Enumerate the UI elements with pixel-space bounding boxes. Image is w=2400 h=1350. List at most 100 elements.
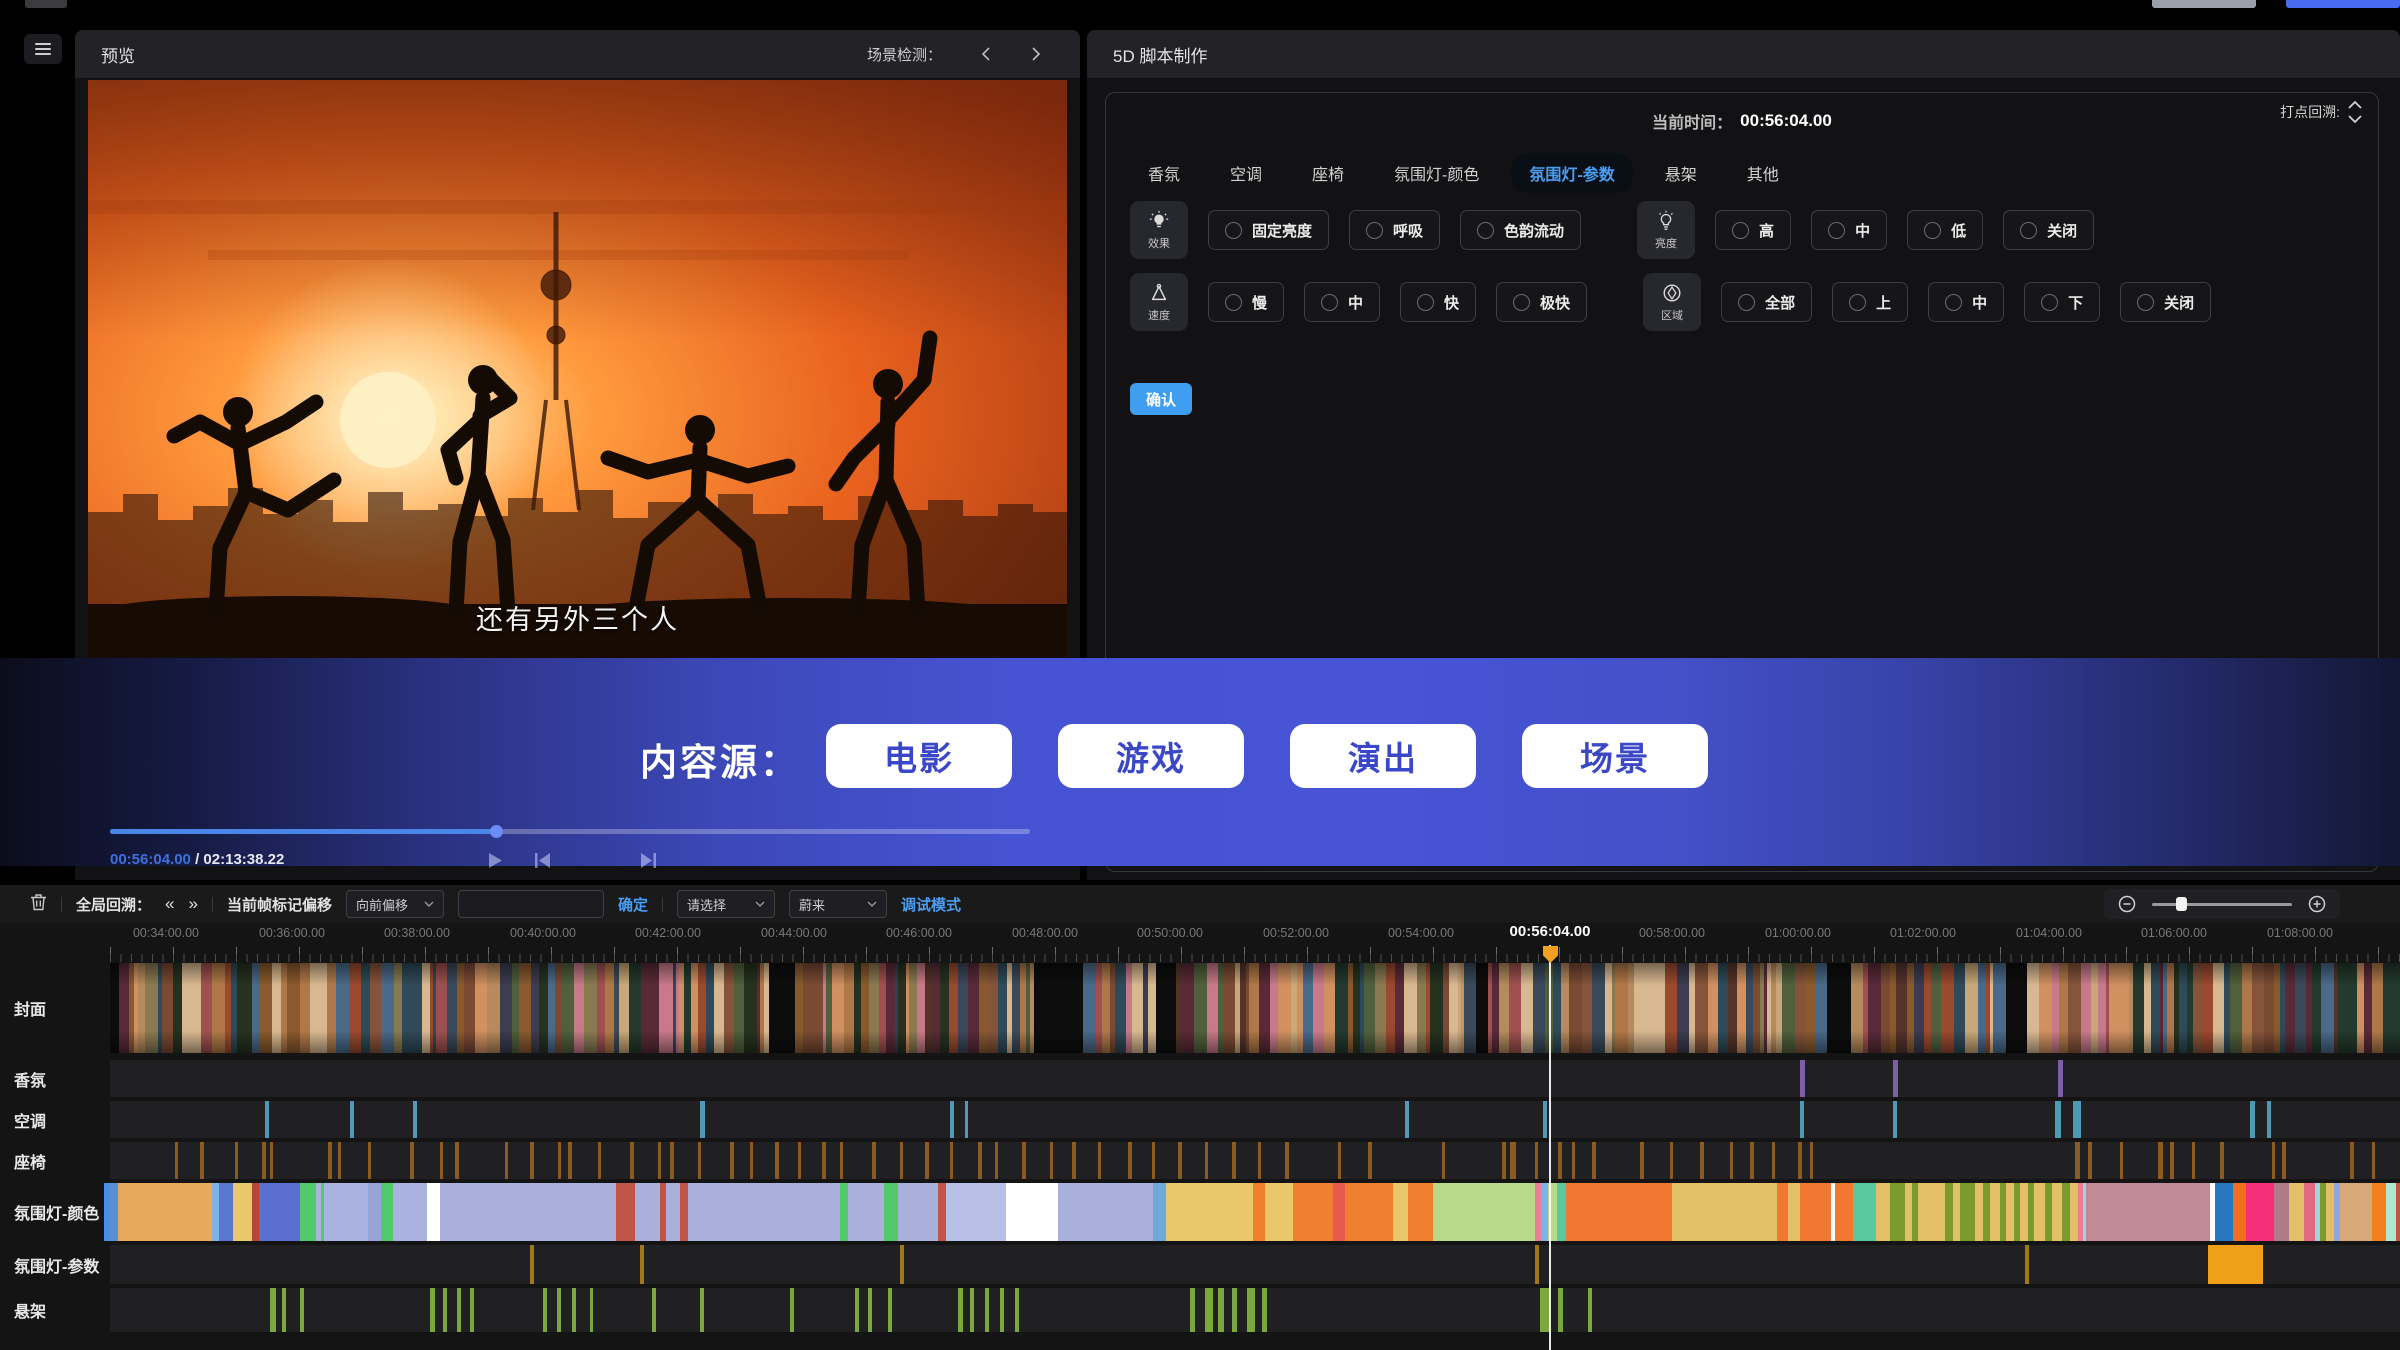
cue-marker[interactable] xyxy=(658,1142,661,1179)
color-segment[interactable] xyxy=(1905,1183,1912,1241)
cue-marker[interactable] xyxy=(888,1288,892,1332)
option-高[interactable]: 高 xyxy=(1715,210,1791,250)
color-segment[interactable] xyxy=(616,1183,635,1241)
cue-marker[interactable] xyxy=(2025,1245,2029,1284)
option-快[interactable]: 快 xyxy=(1400,282,1476,322)
color-segment[interactable] xyxy=(1945,1183,1953,1241)
color-segment[interactable] xyxy=(2233,1183,2246,1241)
cue-marker[interactable] xyxy=(1178,1142,1182,1179)
color-segment[interactable] xyxy=(1953,1183,1960,1241)
color-segment[interactable] xyxy=(938,1183,946,1241)
color-segment[interactable] xyxy=(1265,1183,1293,1241)
color-segment[interactable] xyxy=(2086,1183,2210,1241)
option-慢[interactable]: 慢 xyxy=(1208,282,1284,322)
tab-悬架[interactable]: 悬架 xyxy=(1647,153,1715,193)
cue-marker[interactable] xyxy=(1558,1288,1563,1332)
cue-marker[interactable] xyxy=(590,1288,593,1332)
cue-marker[interactable] xyxy=(1535,1245,1539,1284)
option-极快[interactable]: 极快 xyxy=(1496,282,1587,322)
menu-button[interactable] xyxy=(24,34,62,64)
cue-marker[interactable] xyxy=(1442,1142,1445,1179)
cue-marker[interactable] xyxy=(1572,1142,1575,1179)
option-呼吸[interactable]: 呼吸 xyxy=(1349,210,1440,250)
option-关闭[interactable]: 关闭 xyxy=(2120,282,2211,322)
zoom-in-icon[interactable] xyxy=(2308,895,2326,913)
cue-marker[interactable] xyxy=(1050,1142,1053,1179)
color-segment[interactable] xyxy=(1672,1183,1777,1241)
offset-value-input[interactable] xyxy=(458,890,604,918)
cue-marker[interactable] xyxy=(530,1142,534,1179)
color-segment[interactable] xyxy=(840,1183,848,1241)
play-icon[interactable] xyxy=(488,852,503,869)
color-segment[interactable] xyxy=(1541,1183,1548,1241)
cue-marker[interactable] xyxy=(1152,1142,1155,1179)
color-segment[interactable] xyxy=(2340,1183,2372,1241)
color-segment[interactable] xyxy=(2045,1183,2052,1241)
color-segment[interactable] xyxy=(680,1183,688,1241)
cue-marker[interactable] xyxy=(455,1142,459,1179)
color-segment[interactable] xyxy=(1333,1183,1345,1241)
cue-marker[interactable] xyxy=(1000,1288,1004,1332)
timeline-zoom-slider[interactable] xyxy=(2152,897,2292,911)
trash-icon[interactable] xyxy=(30,893,47,916)
cue-marker[interactable] xyxy=(700,1101,705,1138)
cue-marker[interactable] xyxy=(350,1101,354,1138)
cue-marker[interactable] xyxy=(822,1142,826,1179)
cue-marker[interactable] xyxy=(1262,1288,1267,1332)
cue-marker[interactable] xyxy=(1700,1142,1704,1179)
cue-marker[interactable] xyxy=(1558,1142,1562,1179)
cue-marker[interactable] xyxy=(1750,1142,1754,1179)
color-segment[interactable] xyxy=(1853,1183,1876,1241)
color-segment[interactable] xyxy=(2034,1183,2045,1241)
color-segment[interactable] xyxy=(2274,1183,2289,1241)
cue-marker[interactable] xyxy=(1072,1142,1076,1179)
color-segment[interactable] xyxy=(1918,1183,1945,1241)
cue-marker[interactable] xyxy=(1800,1101,1804,1138)
cue-marker[interactable] xyxy=(443,1288,447,1332)
color-segment[interactable] xyxy=(118,1183,212,1241)
cue-marker[interactable] xyxy=(1510,1142,1516,1179)
color-segment[interactable] xyxy=(212,1183,219,1241)
cue-marker[interactable] xyxy=(985,1288,989,1332)
cue-marker[interactable] xyxy=(2088,1142,2092,1179)
option-低[interactable]: 低 xyxy=(1907,210,1983,250)
debug-mode-button[interactable]: 调试模式 xyxy=(901,894,961,915)
color-segment[interactable] xyxy=(1975,1183,1983,1241)
cue-marker[interactable] xyxy=(282,1288,286,1332)
color-segment[interactable] xyxy=(2062,1183,2070,1241)
color-segment[interactable] xyxy=(1557,1183,1566,1241)
color-segment[interactable] xyxy=(848,1183,884,1241)
color-segment[interactable] xyxy=(1433,1183,1535,1241)
cue-marker[interactable] xyxy=(798,1142,801,1179)
cue-marker[interactable] xyxy=(1022,1142,1026,1179)
cue-marker[interactable] xyxy=(235,1142,238,1179)
track-lane-氛围灯-颜色[interactable] xyxy=(110,1183,2400,1241)
cue-marker[interactable] xyxy=(958,1288,963,1332)
cue-marker[interactable] xyxy=(630,1142,634,1179)
tab-空调[interactable]: 空调 xyxy=(1212,153,1280,193)
cue-marker[interactable] xyxy=(750,1142,753,1179)
color-segment[interactable] xyxy=(1166,1183,1253,1241)
cue-block[interactable] xyxy=(2208,1245,2263,1284)
color-segment[interactable] xyxy=(1566,1183,1672,1241)
color-segment[interactable] xyxy=(110,1183,118,1241)
color-segment[interactable] xyxy=(233,1183,252,1241)
color-segment[interactable] xyxy=(2396,1183,2400,1241)
cue-marker[interactable] xyxy=(670,1142,674,1179)
color-segment[interactable] xyxy=(1990,1183,2000,1241)
cue-marker[interactable] xyxy=(2267,1101,2271,1138)
cue-marker[interactable] xyxy=(175,1142,178,1179)
cue-marker[interactable] xyxy=(2158,1142,2163,1179)
script-select[interactable]: 请选择 xyxy=(677,890,775,918)
cue-marker[interactable] xyxy=(270,1142,273,1179)
cue-marker[interactable] xyxy=(1502,1142,1506,1179)
offset-direction-select[interactable]: 向前偏移 xyxy=(346,890,444,918)
cue-marker[interactable] xyxy=(2220,1142,2224,1179)
track-lane-封面[interactable] xyxy=(110,963,2400,1053)
scene-prev-button[interactable] xyxy=(980,46,992,62)
cue-marker[interactable] xyxy=(2120,1142,2123,1179)
cue-marker[interactable] xyxy=(1405,1101,1409,1138)
cue-marker[interactable] xyxy=(1798,1142,1802,1179)
cue-marker[interactable] xyxy=(640,1245,644,1284)
cue-marker[interactable] xyxy=(1730,1142,1733,1179)
